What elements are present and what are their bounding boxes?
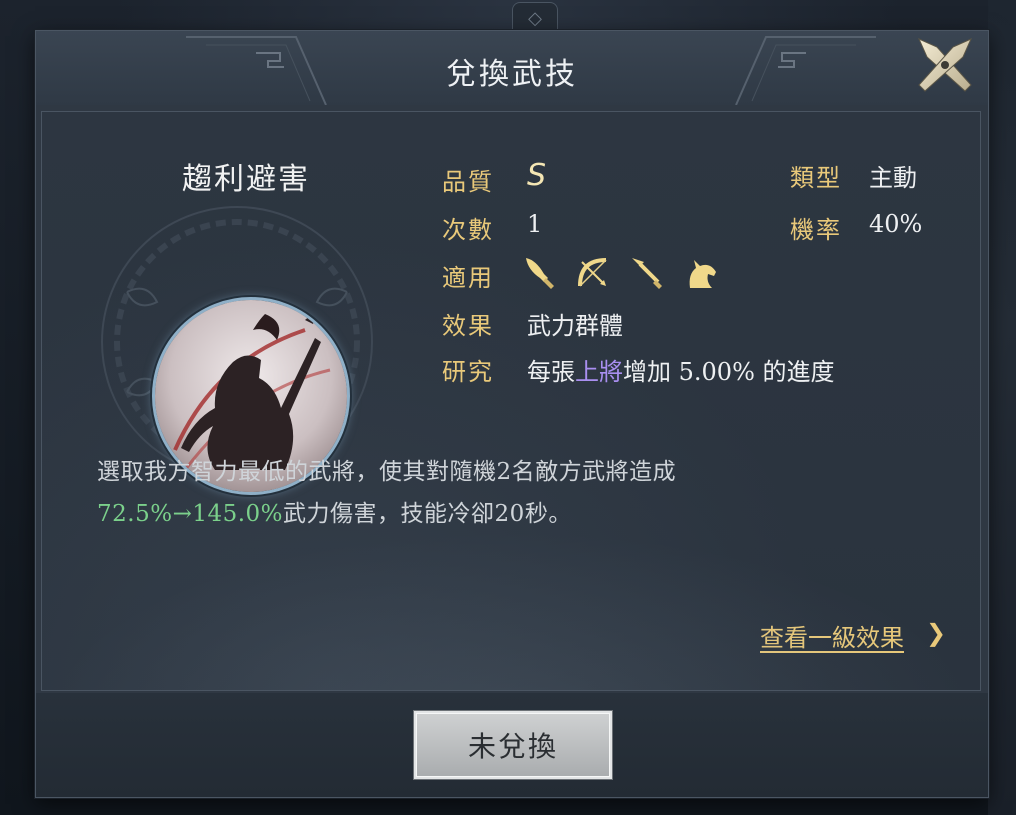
effect-value: 武力群體 bbox=[527, 312, 623, 340]
dialog-header: 兌換武技 bbox=[36, 31, 988, 105]
type-label: 類型 bbox=[790, 164, 842, 192]
research-text-post: 增加 5.00% 的進度 bbox=[623, 358, 835, 386]
research-highlight: 上將 bbox=[575, 358, 623, 386]
view-level1-effect-link[interactable]: 查看一級效果 bbox=[760, 618, 904, 653]
skill-description-line1: 選取我方智力最低的武將，使其對隨機2名敵方武將造成 bbox=[97, 459, 677, 485]
background-side-panel bbox=[988, 0, 1016, 815]
quality-label: 品質 bbox=[442, 168, 494, 196]
spear-icon bbox=[632, 258, 662, 289]
applicable-label: 適用 bbox=[442, 264, 494, 292]
exchange-button[interactable]: 未兌換 bbox=[414, 711, 612, 779]
count-value: 1 bbox=[527, 210, 543, 238]
count-label: 次數 bbox=[442, 216, 494, 244]
chance-value: 40% bbox=[869, 210, 923, 238]
bow-icon bbox=[578, 258, 607, 287]
skill-name: 趨利避害 bbox=[182, 162, 310, 197]
top-emblem-icon: ◇ bbox=[512, 2, 558, 33]
crossed-swords-close-icon bbox=[918, 38, 972, 92]
quality-value: S bbox=[527, 158, 547, 193]
broadsword-icon bbox=[526, 258, 554, 289]
chevron-right-icon[interactable]: ❯ bbox=[926, 619, 946, 647]
close-button[interactable] bbox=[906, 29, 984, 101]
skill-detail-panel: 趨利避害 品質 S 類型 主動 次數 1 機率 40% 適用 效果 武力群體 研… bbox=[41, 111, 981, 691]
description-rest: 武力傷害，技能冷卻20秒。 bbox=[283, 501, 572, 527]
exchange-skill-dialog: 兌換武技 趨利避害 品質 S 類型 主動 次數 1 機率 40% 適用 效果 武… bbox=[35, 30, 989, 798]
research-text-pre: 每張 bbox=[527, 358, 575, 386]
dialog-title: 兌換武技 bbox=[446, 57, 578, 92]
horse-icon bbox=[689, 260, 716, 288]
skill-description-line2: 72.5%→145.0%武力傷害，技能冷卻20秒。 bbox=[97, 494, 572, 528]
damage-scaling-text: 72.5%→145.0% bbox=[97, 501, 284, 527]
research-label: 研究 bbox=[442, 358, 494, 386]
research-value: 每張上將增加 5.00% 的進度 bbox=[527, 352, 835, 387]
chance-label: 機率 bbox=[790, 216, 842, 244]
type-value: 主動 bbox=[869, 164, 917, 192]
effect-label: 效果 bbox=[442, 312, 494, 340]
